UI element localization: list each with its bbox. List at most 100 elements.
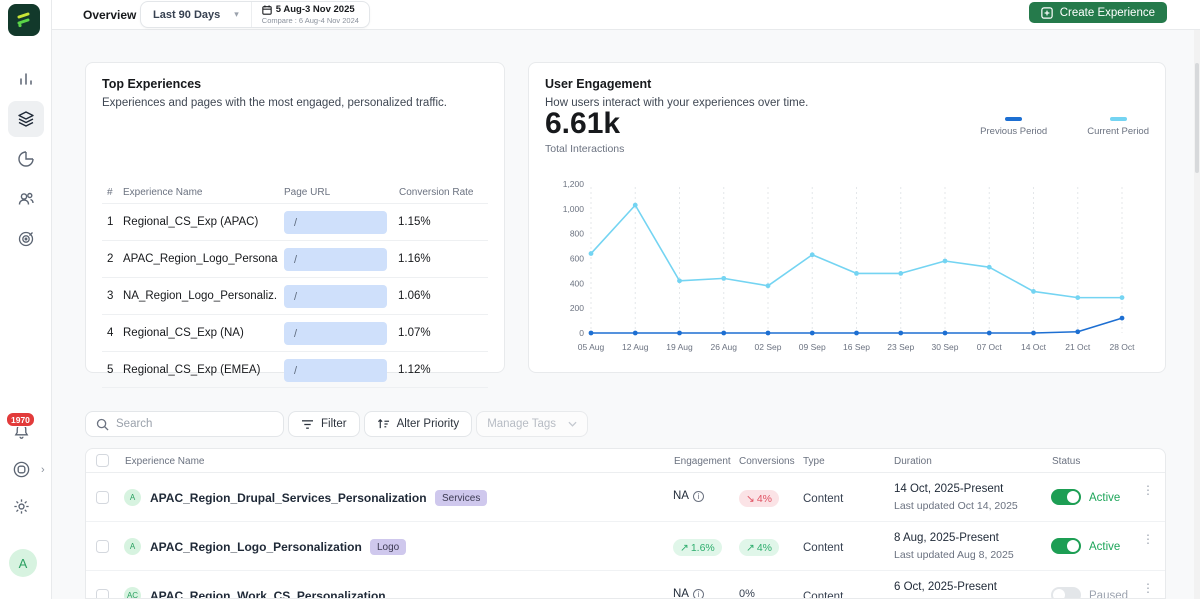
settings-gear-icon[interactable] bbox=[12, 497, 32, 517]
page-url-pill[interactable]: / bbox=[284, 211, 387, 234]
page-url-pill[interactable]: / bbox=[284, 248, 387, 271]
page-url-pill[interactable]: / bbox=[284, 285, 387, 308]
status-label: Active bbox=[1089, 541, 1120, 553]
engagement-value: NA bbox=[673, 588, 689, 599]
toggle-knob bbox=[1053, 589, 1065, 599]
date-range-value: 5 Aug-3 Nov 2025 bbox=[276, 4, 355, 15]
total-interactions-value: 6.61k bbox=[545, 107, 620, 141]
experience-name: Regional_CS_Exp (NA) bbox=[123, 327, 244, 339]
duration-range: 14 Oct, 2025-Present bbox=[894, 483, 1003, 495]
experiences-table-header: Experience Name Engagement Conversions T… bbox=[86, 449, 1165, 473]
tag-pill: Services bbox=[435, 490, 487, 506]
select-all-checkbox[interactable] bbox=[96, 454, 109, 467]
x-tick-label: 12 Aug bbox=[622, 342, 649, 352]
manage-tags-dropdown[interactable]: Manage Tags bbox=[476, 411, 588, 437]
sidebar-item-goals[interactable] bbox=[8, 221, 44, 257]
search-input[interactable] bbox=[116, 418, 266, 430]
table-toolbar: Filter Alter Priority Manage Tags bbox=[85, 411, 588, 437]
top-experiences-card: Top Experiences Experiences and pages wi… bbox=[85, 62, 505, 373]
sidebar-item-audiences[interactable] bbox=[8, 181, 44, 217]
engagement: NA i bbox=[673, 588, 704, 599]
alter-priority-button[interactable]: Alter Priority bbox=[364, 411, 473, 437]
row-menu-icon[interactable]: ⋮ bbox=[1142, 585, 1152, 592]
experience-name: APAC_Region_Logo_Personal... bbox=[123, 253, 278, 265]
x-tick-label: 09 Sep bbox=[799, 342, 826, 352]
data-point bbox=[1075, 295, 1080, 300]
engagement: NA i bbox=[673, 490, 704, 502]
x-tick-label: 14 Oct bbox=[1021, 342, 1047, 352]
legend-current-period: Current Period bbox=[1087, 117, 1149, 137]
data-point bbox=[1031, 331, 1036, 336]
trend-arrow-icon: ↗ bbox=[746, 542, 755, 554]
notification-count-badge: 1970 bbox=[6, 412, 35, 427]
tag-pill: Logo bbox=[370, 539, 406, 555]
data-point bbox=[589, 251, 594, 256]
data-point bbox=[633, 203, 638, 208]
row-checkbox[interactable] bbox=[96, 491, 109, 504]
y-tick-label: 600 bbox=[570, 254, 584, 264]
sidebar-item-analytics[interactable] bbox=[8, 61, 44, 97]
data-point bbox=[943, 331, 948, 336]
app-logo[interactable] bbox=[8, 4, 40, 36]
conversion-rate: 1.12% bbox=[398, 364, 431, 376]
experience-rank: 1 bbox=[107, 216, 113, 228]
page-url-pill[interactable]: / bbox=[284, 322, 387, 345]
engagement-value: NA bbox=[673, 490, 689, 502]
experience-name[interactable]: APAC_Region_Drupal_Services_Personalizat… bbox=[150, 491, 427, 505]
experience-name[interactable]: APAC_Region_Work_CS_Personalization bbox=[150, 589, 386, 599]
conversions-value: 0% bbox=[739, 588, 755, 599]
experience-name[interactable]: APAC_Region_Logo_Personalization bbox=[150, 540, 362, 554]
conversions-pill: ↗4% bbox=[739, 539, 779, 556]
date-range-display[interactable]: 5 Aug-3 Nov 2025 Compare : 6 Aug-4 Nov 2… bbox=[251, 2, 369, 27]
engagement-pill: ↗1.6% bbox=[673, 539, 722, 556]
status-label: Active bbox=[1089, 492, 1120, 504]
y-tick-label: 800 bbox=[570, 229, 584, 239]
info-icon[interactable]: i bbox=[693, 491, 704, 502]
conversions-pill: ↘4% bbox=[739, 490, 779, 507]
page-scrollbar[interactable] bbox=[1194, 30, 1200, 599]
experience-rank: 4 bbox=[107, 327, 113, 339]
page-url-pill[interactable]: / bbox=[284, 359, 387, 382]
x-tick-label: 16 Sep bbox=[843, 342, 870, 352]
row-avatar: A bbox=[124, 538, 141, 555]
scrollbar-thumb[interactable] bbox=[1195, 63, 1199, 173]
top-experience-row: 5Regional_CS_Exp (EMEA)/1.12% bbox=[102, 351, 488, 388]
user-avatar[interactable]: A bbox=[9, 549, 37, 577]
top-experience-row: 4Regional_CS_Exp (NA)/1.07% bbox=[102, 314, 488, 351]
data-point bbox=[810, 252, 815, 257]
data-point bbox=[854, 271, 859, 276]
engagement-line-chart: 02004006008001,0001,20005 Aug12 Aug19 Au… bbox=[545, 175, 1145, 357]
status-label: Paused bbox=[1089, 590, 1128, 599]
sidebar-expand-icon[interactable]: › bbox=[41, 464, 45, 476]
sidebar: 1970 › A bbox=[0, 0, 52, 599]
help-center-icon[interactable] bbox=[12, 460, 32, 480]
create-experience-button[interactable]: Create Experience bbox=[1029, 2, 1167, 23]
range-preset-label: Last 90 Days bbox=[153, 9, 220, 21]
x-tick-label: 19 Aug bbox=[666, 342, 693, 352]
row-menu-icon[interactable]: ⋮ bbox=[1142, 536, 1152, 543]
tab-overview[interactable]: Overview bbox=[83, 8, 136, 22]
app-root: Overview Last 90 Days ▾ 5 Aug-3 Nov 2025… bbox=[0, 0, 1200, 599]
status-toggle[interactable] bbox=[1051, 587, 1081, 599]
info-icon[interactable]: i bbox=[693, 589, 704, 599]
x-tick-label: 05 Aug bbox=[578, 342, 605, 352]
conversions-value: 4% bbox=[757, 542, 772, 554]
engagement-title: User Engagement bbox=[545, 77, 1149, 91]
row-checkbox[interactable] bbox=[96, 589, 109, 599]
data-point bbox=[1120, 316, 1125, 321]
status-toggle[interactable] bbox=[1051, 538, 1081, 554]
date-range-group: Last 90 Days ▾ 5 Aug-3 Nov 2025 Compare … bbox=[140, 1, 370, 28]
status-toggle[interactable] bbox=[1051, 489, 1081, 505]
user-engagement-card: User Engagement How users interact with … bbox=[528, 62, 1166, 373]
row-menu-icon[interactable]: ⋮ bbox=[1142, 487, 1152, 494]
range-preset-dropdown[interactable]: Last 90 Days ▾ bbox=[141, 2, 251, 27]
filter-button[interactable]: Filter bbox=[288, 411, 360, 437]
row-avatar: A bbox=[124, 489, 141, 506]
x-tick-label: 02 Sep bbox=[755, 342, 782, 352]
plus-square-icon bbox=[1041, 7, 1053, 19]
sidebar-item-reports[interactable] bbox=[8, 141, 44, 177]
sidebar-item-experiences[interactable] bbox=[8, 101, 44, 137]
row-checkbox[interactable] bbox=[96, 540, 109, 553]
top-experience-row: 3NA_Region_Logo_Personaliz.../1.06% bbox=[102, 277, 488, 314]
experiences-table: Experience Name Engagement Conversions T… bbox=[85, 448, 1166, 599]
